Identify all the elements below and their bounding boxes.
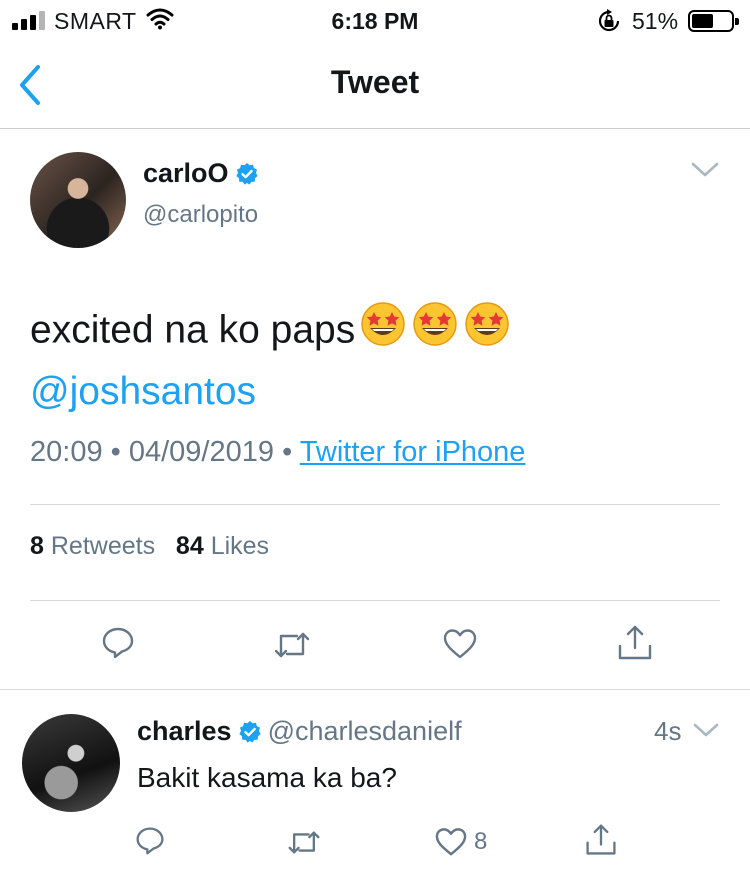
verified-badge-icon [235, 162, 258, 185]
reply-text: Bakit kasama ka ba? [137, 762, 397, 793]
reply-retweet-button[interactable] [287, 829, 321, 861]
star-struck-emoji-icon [463, 300, 511, 364]
tweet-time: 20:09 [30, 436, 103, 468]
status-bar: SMART 6:18 PM 51% [0, 0, 750, 40]
divider [30, 504, 720, 505]
reply-share-button[interactable] [584, 823, 618, 862]
author-avatar[interactable] [30, 152, 126, 248]
orientation-lock-icon [596, 9, 622, 38]
like-label: Likes [210, 532, 270, 560]
author-handle[interactable]: @carlopito [143, 201, 258, 229]
reply-author-avatar[interactable] [22, 714, 120, 812]
reply-icon [102, 627, 134, 659]
share-icon [618, 625, 652, 660]
likes-stat[interactable]: 84 Likes [176, 532, 269, 560]
heart-icon [435, 828, 467, 856]
like-button[interactable] [443, 628, 477, 665]
reply-reply-button[interactable] [135, 826, 165, 861]
retweet-button[interactable] [273, 630, 311, 665]
reply-options-button[interactable] [692, 722, 720, 745]
star-struck-emoji-icon [411, 300, 459, 364]
heart-icon [443, 629, 477, 659]
like-count: 84 [175, 532, 204, 560]
divider [30, 600, 720, 601]
chevron-down-icon [693, 723, 719, 737]
reply-author-handle: @charlesdanielf [267, 716, 462, 746]
share-button[interactable] [616, 624, 654, 667]
author-display-name: carloO [143, 158, 229, 188]
retweet-icon [288, 831, 320, 854]
reply-timestamp: 4s [654, 716, 682, 746]
battery-icon [688, 10, 739, 32]
tweet-date: 04/09/2019 [128, 436, 275, 468]
tweet-detail-screen: SMART 6:18 PM 51% Tweet carloO @carlopit… [0, 0, 750, 881]
tweet-body: excited na ko paps @joshsantos [30, 300, 720, 420]
tweet-source-link[interactable]: Twitter for iPhone [300, 436, 526, 468]
reply-like-count: 8 [474, 828, 488, 855]
navigation-bar: Tweet [0, 40, 750, 129]
verified-badge-icon [238, 720, 261, 743]
reply-author-row[interactable]: charles @charlesdanielf [137, 716, 462, 747]
retweet-icon [274, 632, 310, 658]
share-icon [586, 824, 616, 855]
retweet-label: Retweets [50, 532, 156, 560]
tweet-options-button[interactable] [690, 160, 720, 185]
reply-like-button[interactable] [435, 827, 467, 862]
mention-link[interactable]: @joshsantos [30, 364, 720, 420]
reply-icon [136, 827, 164, 855]
star-struck-emoji-icon [359, 300, 407, 364]
retweets-stat[interactable]: 8 Retweets [30, 532, 155, 560]
author-name-row[interactable]: carloO [143, 158, 259, 189]
engagement-stats: 8 Retweets 84 Likes [30, 532, 269, 561]
reply-button[interactable] [101, 626, 135, 665]
retweet-count: 8 [30, 532, 44, 560]
tweet-meta: 20:09 • 04/09/2019 • Twitter for iPhone [30, 436, 526, 468]
chevron-down-icon [691, 162, 719, 177]
reply-author-name: charles [137, 716, 232, 746]
tweet-text: excited na ko paps [30, 308, 356, 352]
section-divider [0, 689, 750, 690]
battery-percent: 51% [632, 8, 679, 34]
page-title: Tweet [330, 64, 420, 100]
